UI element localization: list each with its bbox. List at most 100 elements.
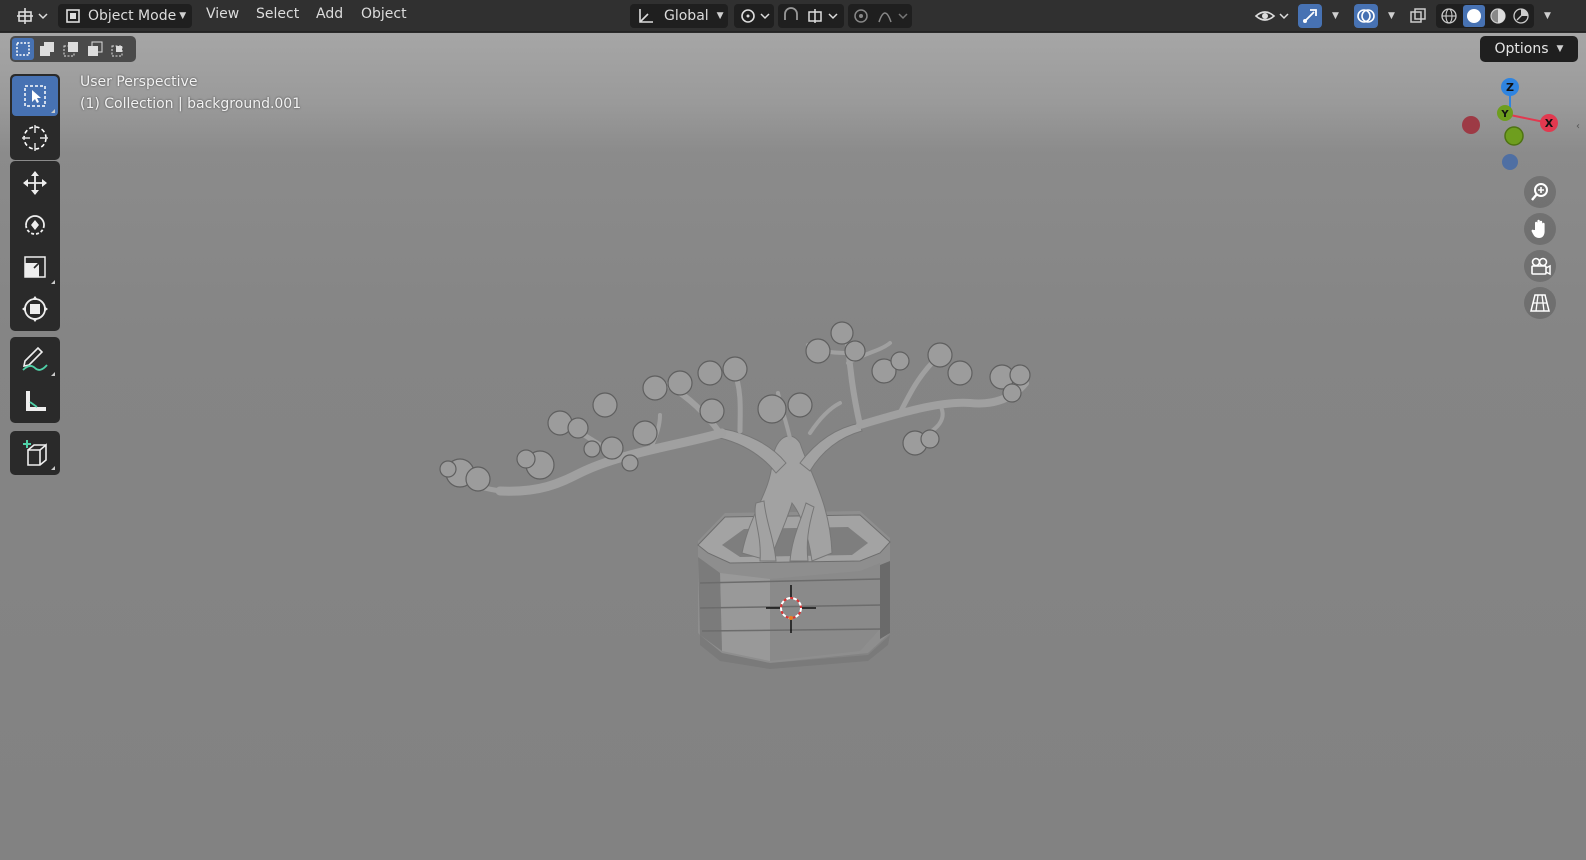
tool-variants-indicator (51, 109, 55, 113)
toolbar-group-annotate (10, 337, 60, 423)
collection-label: (1) Collection | background.001 (80, 96, 302, 112)
toolbar-group-transform (10, 161, 60, 331)
rotate-icon (25, 215, 45, 235)
snap-magnet-icon (784, 7, 838, 23)
tool-move[interactable] (12, 163, 58, 203)
tool-select-box[interactable] (12, 76, 58, 116)
gizmo-dropdown[interactable]: ▼ (1324, 4, 1344, 28)
menu-select[interactable]: Select (256, 6, 299, 22)
eye-icon (1254, 11, 1289, 21)
transform-orientation-dropdown[interactable]: Global ▼ (630, 4, 728, 28)
menu-add[interactable]: Add (316, 6, 343, 22)
gizmo-icon (1303, 9, 1317, 23)
tool-scale[interactable] (12, 247, 58, 287)
neg-x-axis-handle[interactable] (1462, 116, 1480, 134)
gizmo-toggle-button[interactable] (1298, 4, 1322, 28)
select-invert-icon (88, 41, 103, 56)
overlays-dropdown[interactable]: ▼ (1380, 4, 1400, 28)
tool-cursor[interactable] (12, 118, 58, 158)
add-cube-icon (23, 440, 47, 466)
cursor-icon (22, 125, 48, 151)
pivot-icon (741, 9, 770, 23)
xray-toggle-button[interactable] (1406, 4, 1430, 28)
rendered-shading-icon[interactable] (1512, 7, 1530, 25)
transform-icon (22, 296, 48, 322)
move-icon (23, 171, 47, 195)
orientation-label: Global (664, 8, 709, 24)
selection-mode-group (10, 36, 136, 62)
toolbar-group-add (10, 431, 60, 475)
toolbar-group-select (10, 74, 60, 160)
select-box-icon (24, 85, 46, 107)
select-invert-button[interactable] (84, 38, 106, 60)
chevron-down-icon: ▼ (1388, 11, 1395, 21)
overlays-toggle-button[interactable] (1354, 4, 1378, 28)
visibility-dropdown[interactable] (1252, 4, 1292, 28)
solid-shading-icon (1466, 9, 1481, 23)
tool-rotate[interactable] (12, 205, 58, 245)
hand-pan-icon (1531, 219, 1545, 238)
tool-variants-indicator (51, 280, 55, 284)
measure-ruler-icon (26, 391, 46, 411)
overlays-icon (1357, 9, 1375, 23)
navigation-gizmo[interactable]: Z Y X (1456, 75, 1566, 185)
menu-object[interactable]: Object (361, 6, 407, 22)
tool-variants-indicator (51, 372, 55, 376)
chevron-down-icon: ▼ (1544, 11, 1551, 21)
z-axis-label: Z (1506, 81, 1514, 94)
y-axis-label: Y (1500, 109, 1509, 120)
3d-viewport[interactable]: Options ▼ User Perspective (1) Collectio… (0, 33, 1586, 860)
shading-mode-group[interactable] (1436, 4, 1534, 28)
options-dropdown[interactable]: Options ▼ (1480, 36, 1578, 62)
object-mode-icon (66, 9, 80, 23)
select-subtract-icon (63, 42, 78, 57)
wireframe-shading-icon[interactable] (1440, 7, 1458, 25)
options-label: Options (1494, 41, 1549, 57)
neg-z-axis-handle[interactable] (1502, 154, 1518, 170)
tool-add-cube[interactable] (12, 433, 58, 473)
mode-label: Object Mode (88, 8, 177, 24)
pivot-point-dropdown[interactable] (734, 4, 774, 28)
tool-variants-indicator (51, 466, 55, 470)
scale-icon (24, 256, 46, 278)
tool-annotate[interactable] (12, 339, 58, 379)
zoom-button[interactable] (1524, 176, 1556, 208)
pan-button[interactable] (1524, 213, 1556, 245)
select-intersect-icon (111, 45, 123, 57)
view-perspective-label: User Perspective (80, 74, 198, 90)
orientation-axes-icon (639, 9, 653, 23)
select-subtract-button[interactable] (60, 38, 82, 60)
snapping-group[interactable] (778, 4, 844, 28)
select-intersect-button[interactable] (108, 38, 130, 60)
x-axis-label: X (1545, 117, 1554, 130)
chevron-down-icon: ▼ (1556, 44, 1564, 54)
material-shading-icon[interactable] (1489, 7, 1507, 25)
sidebar-toggle-icon[interactable]: ‹ (1576, 121, 1586, 135)
select-extend-icon (40, 42, 54, 56)
zoom-magnifier-icon (1531, 183, 1548, 201)
bonsai-model (439, 321, 1031, 669)
editor-type-icon (17, 8, 48, 24)
grid-perspective-icon (1530, 294, 1550, 312)
select-new-button[interactable] (12, 38, 34, 60)
camera-view-button[interactable] (1524, 250, 1556, 282)
select-new-icon (16, 42, 30, 56)
perspective-toggle-button[interactable] (1524, 287, 1556, 319)
neg-y-axis-handle[interactable] (1504, 126, 1524, 146)
solid-shading-button[interactable] (1462, 5, 1485, 27)
menu-view[interactable]: View (206, 6, 239, 22)
xray-icon (1410, 8, 1426, 23)
mode-dropdown[interactable]: Object Mode ▼ (58, 4, 192, 28)
pot (697, 511, 891, 669)
shading-dropdown[interactable]: ▼ (1536, 4, 1556, 28)
proportional-editing-group[interactable] (848, 4, 912, 28)
chevron-down-icon: ▼ (179, 11, 187, 21)
tool-measure[interactable] (12, 381, 58, 421)
annotate-pencil-icon (22, 346, 48, 371)
chevron-down-icon: ▼ (716, 11, 724, 21)
proportional-edit-icon (854, 9, 908, 23)
camera-icon (1531, 257, 1551, 276)
select-extend-button[interactable] (36, 38, 58, 60)
editor-type-button[interactable] (14, 4, 50, 28)
tool-transform[interactable] (12, 289, 58, 329)
